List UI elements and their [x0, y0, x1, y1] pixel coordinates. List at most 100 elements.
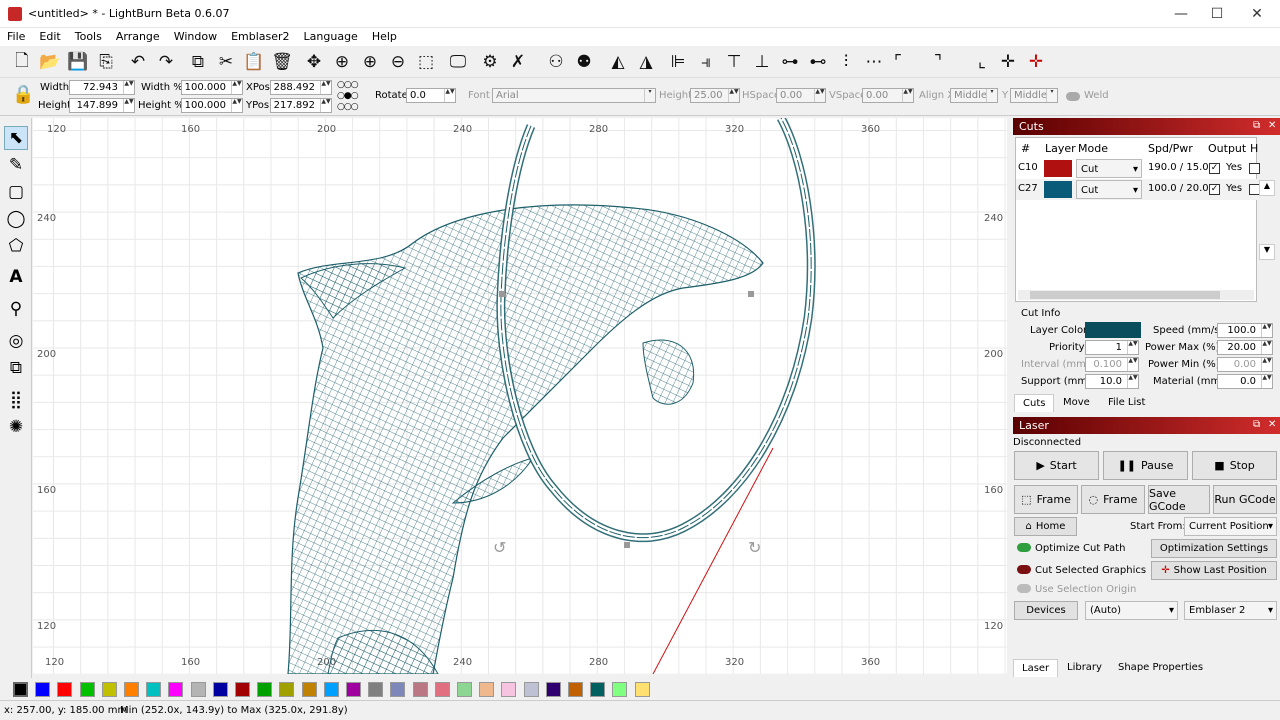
- speed-input[interactable]: 100.0 ▲▼: [1217, 323, 1273, 338]
- height-input[interactable]: 147.899 ▲▼: [69, 98, 135, 113]
- palette-swatch[interactable]: [434, 682, 450, 697]
- paste-icon[interactable]: 📋: [242, 50, 266, 74]
- menu-emblaser2[interactable]: Emblaser2: [224, 28, 296, 45]
- select-tool-icon[interactable]: ⬉: [4, 126, 28, 150]
- menu-arrange[interactable]: Arrange: [109, 28, 167, 45]
- ellipse-tool-icon[interactable]: ◯: [4, 207, 28, 231]
- tab-cuts[interactable]: Cuts: [1014, 394, 1055, 412]
- tab-shape-properties[interactable]: Shape Properties: [1110, 659, 1211, 676]
- palette-swatch[interactable]: [235, 682, 250, 697]
- redo-icon[interactable]: ↷: [154, 50, 178, 74]
- palette-swatch[interactable]: [279, 682, 295, 697]
- cut-selected-toggle[interactable]: [1017, 565, 1031, 574]
- vertical-scrollbar[interactable]: ▲ ▼: [1259, 180, 1275, 266]
- pen-tool-icon[interactable]: ✎: [4, 153, 28, 177]
- circular-array-icon[interactable]: ✺: [4, 415, 28, 439]
- palette-swatch[interactable]: [124, 682, 139, 697]
- group-icon[interactable]: ⚇: [544, 50, 568, 74]
- menu-file[interactable]: File: [0, 28, 32, 45]
- material-input[interactable]: 0.0 ▲▼: [1217, 374, 1273, 389]
- undo-icon[interactable]: ↶: [126, 50, 150, 74]
- zoom-out-icon[interactable]: ⊖: [386, 50, 410, 74]
- palette-swatch[interactable]: [212, 682, 228, 697]
- mirror-h-icon[interactable]: ◭: [606, 50, 630, 74]
- palette-swatch[interactable]: [479, 682, 495, 697]
- corner-tr-icon[interactable]: ⌝: [926, 50, 950, 74]
- tab-move[interactable]: Move: [1055, 394, 1098, 411]
- font-height-input[interactable]: 25.00 ▲▼: [690, 88, 740, 103]
- scroll-down-icon[interactable]: ▼: [1259, 244, 1275, 260]
- mode-select[interactable]: Cut ▾: [1076, 159, 1142, 178]
- palette-swatch[interactable]: [412, 682, 428, 697]
- rectangle-tool-icon[interactable]: ▢: [4, 180, 28, 204]
- copy-icon[interactable]: ⧉: [186, 50, 210, 74]
- palette-swatch[interactable]: [13, 682, 28, 697]
- width-input[interactable]: 72.943 ▲▼: [69, 80, 135, 95]
- palette-swatch[interactable]: [35, 682, 51, 697]
- text-tool-icon[interactable]: A: [4, 265, 28, 289]
- devices-button[interactable]: Devices: [1014, 601, 1078, 620]
- delete-icon[interactable]: 🗑: [270, 50, 294, 74]
- distribute-v-icon[interactable]: ⫶: [834, 50, 858, 74]
- mode-select[interactable]: Cut ▾: [1076, 180, 1142, 199]
- corner-tl-icon[interactable]: ⌜: [886, 50, 910, 74]
- width-pct-input[interactable]: 100.000 ▲▼: [181, 80, 243, 95]
- palette-swatch[interactable]: [346, 682, 361, 697]
- menu-help[interactable]: Help: [365, 28, 404, 45]
- selection-handle[interactable]: [748, 291, 754, 297]
- stop-button[interactable]: ■ Stop: [1192, 451, 1277, 480]
- tab-laser[interactable]: Laser: [1013, 659, 1059, 677]
- frame-round-button[interactable]: ◌ Frame: [1081, 485, 1145, 514]
- show-last-position-button[interactable]: ✛ Show Last Position: [1151, 561, 1277, 580]
- import-icon[interactable]: ⎘: [94, 50, 118, 74]
- align-center-v-icon[interactable]: ⊶: [778, 50, 802, 74]
- zoom-frame-icon[interactable]: ⬚: [414, 50, 438, 74]
- palette-swatch[interactable]: [590, 682, 606, 697]
- palette-swatch[interactable]: [390, 682, 406, 697]
- device-select[interactable]: Emblaser 2 ▾: [1184, 601, 1277, 620]
- palette-swatch[interactable]: [612, 682, 628, 697]
- palette-swatch[interactable]: [457, 682, 472, 697]
- save-icon[interactable]: 💾: [66, 50, 90, 74]
- settings-icon[interactable]: ⚙: [478, 50, 502, 74]
- optimization-settings-button[interactable]: Optimization Settings: [1151, 539, 1277, 558]
- new-file-icon[interactable]: 🗋: [10, 50, 34, 74]
- hide-checkbox[interactable]: [1249, 163, 1260, 174]
- position-tool-icon[interactable]: ⚲: [4, 297, 28, 321]
- align-bottom-icon[interactable]: ⊥: [750, 50, 774, 74]
- rotate-input[interactable]: 0.0 ▲▼: [406, 88, 456, 103]
- hspace-input[interactable]: 0.00 ▲▼: [776, 88, 826, 103]
- pause-button[interactable]: ❚❚ Pause: [1103, 451, 1188, 480]
- cut-icon[interactable]: ✂: [214, 50, 238, 74]
- close-panel-icon[interactable]: ✕: [1268, 120, 1276, 131]
- power-max-input[interactable]: 20.00 ▲▼: [1217, 340, 1273, 355]
- use-selection-origin-toggle[interactable]: [1017, 584, 1031, 593]
- table-row[interactable]: C10 Cut ▾ 190.0 / 15.0 ✓ Yes: [1016, 158, 1260, 179]
- palette-swatch[interactable]: [634, 682, 650, 697]
- frame-button[interactable]: ⬚ Frame: [1014, 485, 1078, 514]
- table-row[interactable]: C27 Cut ▾ 100.0 / 20.0 ✓ Yes: [1016, 179, 1260, 200]
- distribute-h-icon[interactable]: ⋯: [862, 50, 886, 74]
- layer-swatch[interactable]: [1044, 181, 1072, 198]
- menu-window[interactable]: Window: [167, 28, 224, 45]
- palette-swatch[interactable]: [501, 682, 517, 697]
- float-panel-icon[interactable]: ⧉: [1253, 419, 1260, 430]
- palette-swatch[interactable]: [568, 682, 583, 697]
- corner-bl-icon[interactable]: ⌞: [970, 50, 994, 74]
- selection-handle[interactable]: [499, 291, 505, 297]
- align-left-icon[interactable]: ⊫: [666, 50, 690, 74]
- zoom-in-icon[interactable]: ⊕: [358, 50, 382, 74]
- selection-handle[interactable]: [624, 542, 630, 548]
- palette-swatch[interactable]: [323, 682, 339, 697]
- xpos-input[interactable]: 288.492 ▲▼: [270, 80, 332, 95]
- interval-input[interactable]: 0.100 ▲▼: [1085, 357, 1139, 372]
- open-file-icon[interactable]: 📂: [38, 50, 62, 74]
- monitor-icon[interactable]: 🖵: [446, 50, 470, 74]
- dolphin-wireframe[interactable]: ↺ ↻: [33, 118, 1007, 674]
- height-pct-input[interactable]: 100.000 ▲▼: [181, 98, 243, 113]
- palette-swatch[interactable]: [168, 682, 184, 697]
- palette-swatch[interactable]: [301, 682, 317, 697]
- polygon-tool-icon[interactable]: ⬠: [4, 234, 28, 258]
- output-checkbox[interactable]: ✓: [1209, 184, 1220, 195]
- menu-edit[interactable]: Edit: [32, 28, 67, 45]
